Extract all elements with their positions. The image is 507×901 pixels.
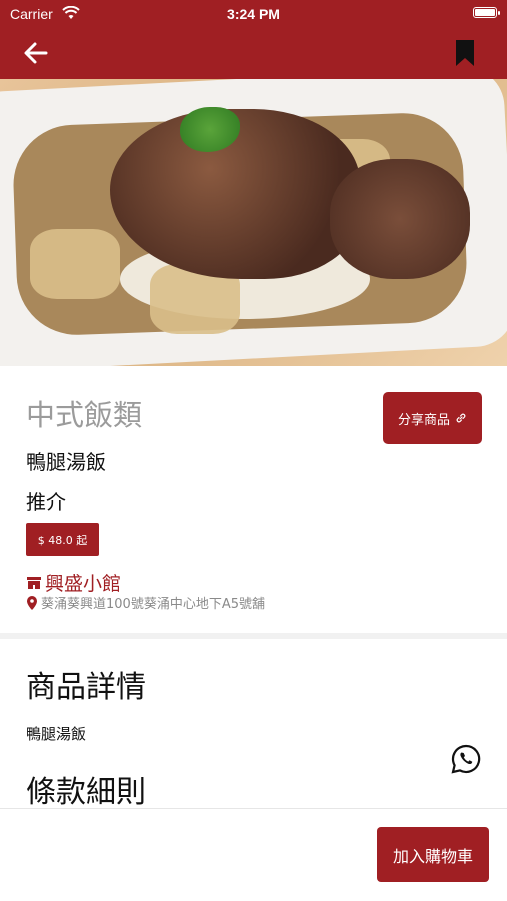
store-icon xyxy=(27,576,41,589)
product-image xyxy=(0,79,507,366)
shop-address: 葵涌葵興道100號葵涌中心地下A5號舖 xyxy=(26,593,265,612)
top-bar: Carrier 3:24 PM xyxy=(0,0,507,79)
terms-heading: 條款細則 xyxy=(26,775,146,810)
product-category: 中式飯類 xyxy=(26,398,143,432)
shop-link[interactable]: 興盛小館 xyxy=(26,569,121,596)
price-badge: $ 48.0 起 xyxy=(26,523,99,556)
details-text: 鴨腿湯飯 xyxy=(26,725,87,743)
arrow-left-icon[interactable] xyxy=(22,39,50,67)
product-name: 鴨腿湯飯 xyxy=(26,450,106,474)
whatsapp-icon[interactable] xyxy=(450,743,482,775)
details-heading: 商品詳情 xyxy=(26,670,146,705)
location-pin-icon xyxy=(27,595,37,610)
recommend-label: 推介 xyxy=(26,490,66,514)
add-to-cart-button[interactable]: 加入購物車 xyxy=(377,827,489,882)
link-icon xyxy=(456,413,466,423)
battery-icon xyxy=(473,7,500,18)
shop-name: 興盛小館 xyxy=(45,573,122,595)
bookmark-icon[interactable] xyxy=(454,39,476,67)
address-text: 葵涌葵興道100號葵涌中心地下A5號舖 xyxy=(41,597,265,612)
section-divider xyxy=(0,633,507,639)
status-bar: Carrier 3:24 PM xyxy=(0,0,507,28)
share-button[interactable]: 分享商品 xyxy=(383,392,482,444)
share-button-label: 分享商品 xyxy=(397,412,450,428)
clock: 3:24 PM xyxy=(227,6,280,22)
